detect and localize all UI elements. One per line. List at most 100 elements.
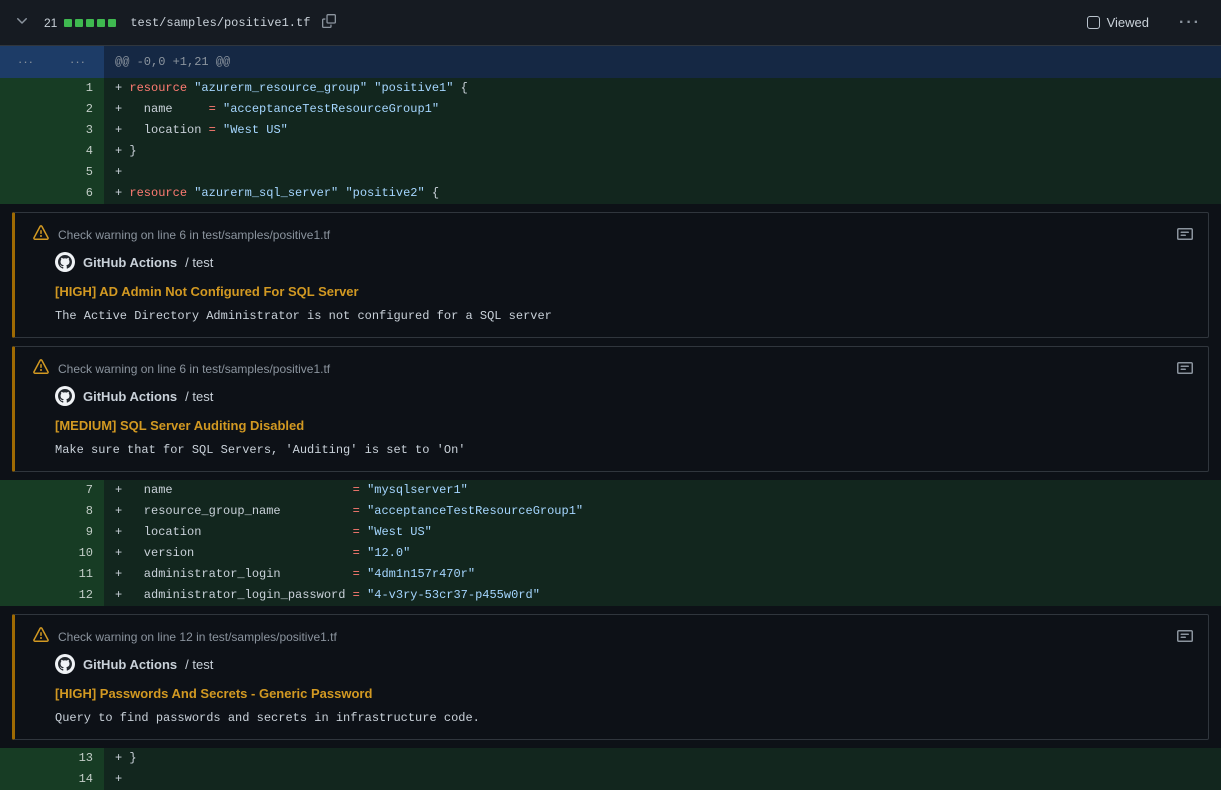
- diff-add-marker: +: [115, 81, 129, 95]
- diff-added-line: 7+ name = "mysqlserver1": [0, 480, 1221, 501]
- old-line-number[interactable]: [0, 183, 52, 204]
- new-line-number[interactable]: 9: [52, 522, 104, 543]
- old-line-number[interactable]: [0, 78, 52, 99]
- hide-annotation-button[interactable]: [1175, 224, 1195, 247]
- old-line-number[interactable]: [0, 120, 52, 141]
- copy-path-button[interactable]: [318, 10, 340, 35]
- annotation-description: Make sure that for SQL Servers, 'Auditin…: [55, 443, 1192, 457]
- tool-name[interactable]: GitHub Actions: [83, 389, 177, 404]
- code-token-p: [360, 546, 367, 560]
- code-token-p: [360, 504, 367, 518]
- code-content: + resource "azurerm_sql_server" "positiv…: [104, 183, 439, 204]
- hide-annotation-button[interactable]: [1175, 358, 1195, 381]
- old-line-number[interactable]: [0, 162, 52, 183]
- diff-code-block: 1+ resource "azurerm_resource_group" "po…: [0, 78, 1221, 204]
- new-line-number[interactable]: 2: [52, 99, 104, 120]
- new-line-number[interactable]: 6: [52, 183, 104, 204]
- code-token-p: [360, 483, 367, 497]
- annotation-title: [HIGH] AD Admin Not Configured For SQL S…: [55, 284, 1192, 299]
- old-line-number[interactable]: [0, 564, 52, 585]
- hide-annotation-icon: [1177, 364, 1193, 379]
- diff-added-line: 4+ }: [0, 141, 1221, 162]
- hunk-header-row: ··· ··· @@ -0,0 +1,21 @@: [0, 46, 1221, 78]
- annotation-header-text: Check warning on line 6 in test/samples/…: [58, 228, 330, 242]
- code-token-p: name: [129, 102, 208, 116]
- new-line-number[interactable]: 10: [52, 543, 104, 564]
- collapse-file-button[interactable]: [10, 9, 34, 36]
- expand-hunk-button[interactable]: ···: [0, 46, 52, 78]
- code-token-k: =: [353, 588, 360, 602]
- code-token-p: name: [129, 483, 352, 497]
- github-logo-icon: [55, 654, 75, 674]
- diff-added-line: 14 +: [0, 769, 1221, 790]
- code-token-s: "4-v3ry-53cr37-p455w0rd": [367, 588, 540, 602]
- new-line-number[interactable]: 5: [52, 162, 104, 183]
- old-line-number[interactable]: [0, 522, 52, 543]
- diffstat-block: [86, 19, 94, 27]
- hide-annotation-button[interactable]: [1175, 626, 1195, 649]
- code-content: + administrator_login = "4dm1n157r470r": [104, 564, 475, 585]
- old-line-number[interactable]: [0, 99, 52, 120]
- code-content: + location = "West US": [104, 522, 432, 543]
- annotation-header: Check warning on line 6 in test/samples/…: [33, 225, 1192, 244]
- check-name[interactable]: / test: [185, 389, 213, 404]
- code-token-p: [216, 102, 223, 116]
- old-line-number[interactable]: [0, 141, 52, 162]
- new-line-number[interactable]: 12: [52, 585, 104, 606]
- tool-name[interactable]: GitHub Actions: [83, 255, 177, 270]
- check-annotation: Check warning on line 6 in test/samples/…: [12, 346, 1209, 472]
- annotation-header-text: Check warning on line 6 in test/samples/…: [58, 362, 330, 376]
- new-line-number[interactable]: 1: [52, 78, 104, 99]
- new-line-number[interactable]: 8: [52, 501, 104, 522]
- warning-icon: [33, 225, 49, 244]
- code-token-k: =: [353, 483, 360, 497]
- diff-add-marker: +: [115, 123, 129, 137]
- code-token-k: =: [353, 567, 360, 581]
- old-line-number[interactable]: [0, 543, 52, 564]
- annotation-tool-row: GitHub Actions / test: [55, 654, 1192, 674]
- diffstat-block: [108, 19, 116, 27]
- tool-name[interactable]: GitHub Actions: [83, 657, 177, 672]
- diff-add-marker: +: [115, 186, 129, 200]
- code-token-p: }: [129, 144, 136, 158]
- diff-code-block: 13+ }14+: [0, 748, 1221, 790]
- old-line-number[interactable]: [0, 501, 52, 522]
- code-token-s: "positive2": [345, 186, 424, 200]
- annotation-header: Check warning on line 12 in test/samples…: [33, 627, 1192, 646]
- old-line-number[interactable]: [0, 769, 52, 790]
- new-line-number[interactable]: 4: [52, 141, 104, 162]
- file-path[interactable]: test/samples/positive1.tf: [130, 16, 310, 30]
- old-line-number[interactable]: [0, 480, 52, 501]
- diff-add-marker: +: [115, 567, 129, 581]
- viewed-checkbox[interactable]: [1087, 16, 1100, 29]
- old-line-number[interactable]: [0, 585, 52, 606]
- diff-add-marker: +: [115, 772, 122, 786]
- new-line-number[interactable]: 11: [52, 564, 104, 585]
- diffstat-count: 21: [44, 16, 57, 30]
- code-token-p: resource_group_name: [129, 504, 352, 518]
- new-line-number[interactable]: 3: [52, 120, 104, 141]
- annotation-title: [MEDIUM] SQL Server Auditing Disabled: [55, 418, 1192, 433]
- file-options-button[interactable]: ···: [1175, 13, 1205, 33]
- viewed-label: Viewed: [1107, 15, 1149, 30]
- code-token-p: location: [129, 123, 208, 137]
- chevron-down-icon: [14, 13, 30, 32]
- code-token-s: "azurerm_resource_group": [194, 81, 367, 95]
- code-token-p: [360, 588, 367, 602]
- viewed-toggle[interactable]: Viewed: [1087, 15, 1149, 30]
- diff-add-marker: +: [115, 504, 129, 518]
- diffstat-block: [97, 19, 105, 27]
- new-line-number[interactable]: 14: [52, 769, 104, 790]
- diff-add-marker: +: [115, 588, 129, 602]
- diff-added-line: 8+ resource_group_name = "acceptanceTest…: [0, 501, 1221, 522]
- hide-annotation-icon: [1177, 230, 1193, 245]
- check-name[interactable]: / test: [185, 657, 213, 672]
- hunk-header-text: @@ -0,0 +1,21 @@: [104, 46, 230, 78]
- expand-hunk-button[interactable]: ···: [52, 46, 104, 78]
- new-line-number[interactable]: 7: [52, 480, 104, 501]
- kebab-icon: ···: [1179, 14, 1201, 31]
- old-line-number[interactable]: [0, 748, 52, 769]
- new-line-number[interactable]: 13: [52, 748, 104, 769]
- annotation-header: Check warning on line 6 in test/samples/…: [33, 359, 1192, 378]
- check-name[interactable]: / test: [185, 255, 213, 270]
